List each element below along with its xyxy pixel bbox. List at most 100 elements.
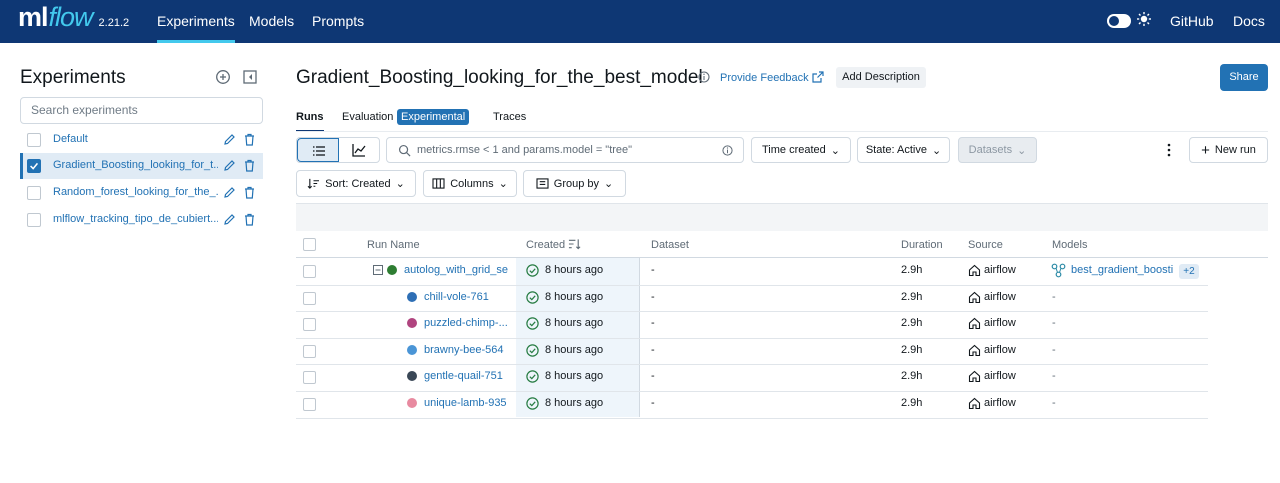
success-check-icon <box>526 291 539 304</box>
dataset-value: - <box>651 397 655 409</box>
model-link[interactable]: best_gradient_boosti... <box>1071 264 1174 276</box>
check-icon <box>30 162 39 170</box>
columns-label: Columns <box>450 177 494 190</box>
experiment-label[interactable]: Gradient_Boosting_looking_for_t... <box>53 159 218 171</box>
row-checkbox[interactable] <box>303 265 316 278</box>
duration-value: 2.9h <box>901 397 923 409</box>
run-name-link[interactable]: unique-lamb-935 <box>424 397 509 409</box>
add-description-button[interactable]: Add Description <box>836 67 926 88</box>
trash-icon[interactable] <box>243 133 256 146</box>
columns-icon <box>432 178 445 189</box>
run-color-dot[interactable] <box>407 398 417 408</box>
mlflow-logo[interactable]: ml flow 2.21.2 <box>18 2 129 40</box>
column-header-source[interactable]: Source <box>968 239 1003 251</box>
edit-icon[interactable] <box>223 133 236 146</box>
more-models-badge[interactable]: +2 <box>1179 264 1199 279</box>
share-button[interactable]: Share <box>1220 64 1268 91</box>
line-chart-icon <box>352 144 366 157</box>
run-color-dot[interactable] <box>407 371 417 381</box>
info-icon[interactable] <box>698 71 710 83</box>
collapse-sidebar-icon[interactable] <box>242 69 258 85</box>
github-link[interactable]: GitHub <box>1170 0 1214 43</box>
row-checkbox[interactable] <box>303 345 316 358</box>
experiment-search-input[interactable]: Search experiments <box>20 97 263 124</box>
chevron-down-icon: ⌄ <box>830 144 840 157</box>
run-color-dot[interactable] <box>387 265 397 275</box>
run-color-dot[interactable] <box>407 318 417 328</box>
docs-link[interactable]: Docs <box>1233 0 1265 43</box>
home-icon <box>968 370 981 383</box>
group-by-dropdown[interactable]: Group by ⌄ <box>523 170 626 197</box>
nav-models[interactable]: Models <box>249 0 294 43</box>
run-name-link[interactable]: chill-vole-761 <box>424 291 509 303</box>
datasets-dropdown[interactable]: Datasets ⌄ <box>958 137 1037 163</box>
row-checkbox[interactable] <box>303 371 316 384</box>
row-checkbox[interactable] <box>303 292 316 305</box>
column-header-models[interactable]: Models <box>1052 239 1087 251</box>
nav-prompts[interactable]: Prompts <box>312 0 364 43</box>
success-check-icon <box>526 264 539 277</box>
column-header-created[interactable]: Created <box>526 239 565 251</box>
theme-toggle[interactable] <box>1107 14 1131 28</box>
column-header-run-name[interactable]: Run Name <box>367 239 420 251</box>
edit-icon[interactable] <box>223 186 236 199</box>
trash-icon[interactable] <box>243 186 256 199</box>
table-view-button[interactable] <box>297 138 339 162</box>
experiment-item-random-forest[interactable]: Random_forest_looking_for_the_... <box>20 180 263 206</box>
experiment-checkbox[interactable] <box>27 133 41 147</box>
chart-view-button[interactable] <box>339 138 379 162</box>
experiment-item-default[interactable]: Default <box>20 127 263 153</box>
experiment-checkbox[interactable] <box>27 159 41 173</box>
state-filter-dropdown[interactable]: State: Active ⌄ <box>857 137 950 163</box>
experiment-checkbox[interactable] <box>27 213 41 227</box>
column-header-duration[interactable]: Duration <box>901 239 943 251</box>
row-checkbox[interactable] <box>303 398 316 411</box>
chevron-down-icon: ⌄ <box>498 178 508 190</box>
tab-evaluation[interactable]: Evaluation <box>342 111 393 123</box>
run-color-dot[interactable] <box>407 345 417 355</box>
table-group-header <box>296 203 1268 231</box>
sort-dropdown[interactable]: Sort: Created ⌄ <box>296 170 416 197</box>
run-name-link[interactable]: autolog_with_grid_se... <box>404 264 509 276</box>
experiment-item-mlflow-tracking[interactable]: mlflow_tracking_tipo_de_cubiert... <box>20 207 263 233</box>
add-experiment-icon[interactable] <box>215 69 231 85</box>
new-run-button[interactable]: + New run <box>1189 137 1268 163</box>
experiment-checkbox[interactable] <box>27 186 41 200</box>
info-icon[interactable] <box>722 145 733 156</box>
runs-search-input[interactable]: metrics.rmse < 1 and params.model = "tre… <box>386 137 744 163</box>
provide-feedback-link[interactable]: Provide Feedback <box>720 72 809 84</box>
more-options-icon[interactable] <box>1163 143 1175 157</box>
column-header-dataset[interactable]: Dataset <box>651 239 689 251</box>
logo-flow-text: flow <box>48 2 94 32</box>
experiment-label[interactable]: Default <box>53 133 218 145</box>
tab-traces[interactable]: Traces <box>493 111 526 123</box>
home-icon <box>968 397 981 410</box>
experiment-label[interactable]: Random_forest_looking_for_the_... <box>53 186 218 198</box>
experiment-item-gradient-boosting[interactable]: Gradient_Boosting_looking_for_t... <box>20 153 263 179</box>
source-value: airflow <box>984 397 1016 409</box>
edit-icon[interactable] <box>223 159 236 172</box>
header-divider <box>296 257 1268 258</box>
sort-descending-icon[interactable] <box>568 238 581 250</box>
run-name-link[interactable]: brawny-bee-564 <box>424 344 509 356</box>
trash-icon[interactable] <box>243 213 256 226</box>
run-color-dot[interactable] <box>407 292 417 302</box>
created-time: 8 hours ago <box>545 344 604 356</box>
created-time: 8 hours ago <box>545 264 604 276</box>
run-name-link[interactable]: puzzled-chimp-... <box>424 317 509 329</box>
run-name-link[interactable]: gentle-quail-751 <box>424 370 509 382</box>
row-checkbox[interactable] <box>303 318 316 331</box>
edit-icon[interactable] <box>223 213 236 226</box>
nav-experiments[interactable]: Experiments <box>157 0 235 43</box>
trash-icon[interactable] <box>243 159 256 172</box>
models-value: - <box>1052 291 1056 303</box>
columns-dropdown[interactable]: Columns ⌄ <box>423 170 517 197</box>
tab-runs[interactable]: Runs <box>296 111 324 132</box>
created-time: 8 hours ago <box>545 397 604 409</box>
collapse-toggle-icon[interactable] <box>373 265 383 275</box>
time-created-dropdown[interactable]: Time created ⌄ <box>751 137 851 163</box>
select-all-checkbox[interactable] <box>303 238 316 251</box>
experiment-label[interactable]: mlflow_tracking_tipo_de_cubiert... <box>53 213 218 225</box>
duration-value: 2.9h <box>901 370 923 382</box>
time-created-label: Time created <box>761 144 826 156</box>
